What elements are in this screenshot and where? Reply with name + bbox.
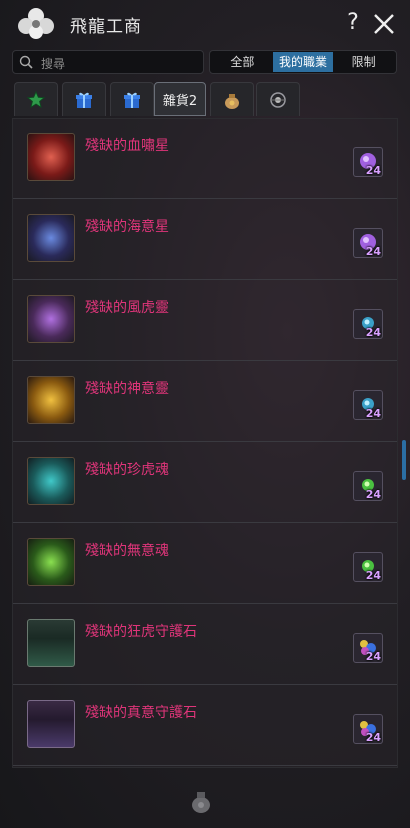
gift-box-icon <box>76 92 92 108</box>
cost-quantity: 24 <box>365 326 381 339</box>
cost-slot: 24 <box>353 147 383 177</box>
guardian-stone-icon <box>27 700 75 748</box>
header: 飛龍工商 ? <box>0 0 410 50</box>
item-name: 殘缺的真意守護石 <box>85 705 197 721</box>
money-bag-icon <box>225 93 239 109</box>
sea-star-icon <box>27 214 75 262</box>
shop-window: 飛龍工商 ? 搜尋 全部 我的職業 限制 雜貨2 殘缺的血嘯星 24 殘缺的海意… <box>0 0 410 828</box>
divine-spirit-icon <box>27 376 75 424</box>
list-item[interactable]: 殘缺的神意靈 24 <box>13 362 397 442</box>
item-name: 殘缺的海意星 <box>85 219 169 235</box>
treasure-tiger-icon <box>27 457 75 505</box>
cost-quantity: 24 <box>365 650 381 663</box>
item-list: 殘缺的血嘯星 24 殘缺的海意星 24 殘缺的風虎靈 24 殘缺的神意靈 24 … <box>12 118 398 768</box>
close-icon[interactable] <box>372 12 396 36</box>
list-item[interactable]: 殘缺的無意魂 24 <box>13 524 397 604</box>
cost-quantity: 24 <box>365 407 381 420</box>
cost-quantity: 24 <box>365 731 381 744</box>
blood-star-icon <box>27 133 75 181</box>
wind-tiger-icon <box>27 295 75 343</box>
cost-quantity: 24 <box>365 488 381 501</box>
tab-money-bag[interactable] <box>210 82 254 116</box>
tab-orb[interactable] <box>256 82 300 116</box>
help-button[interactable]: ? <box>343 10 363 35</box>
list-item[interactable]: 殘缺的血嘯星 24 <box>13 119 397 199</box>
list-item[interactable]: 殘缺的真意守護石 24 <box>13 686 397 766</box>
tab-star[interactable] <box>14 82 58 116</box>
cost-quantity: 24 <box>365 245 381 258</box>
item-name: 殘缺的神意靈 <box>85 381 169 397</box>
list-item[interactable]: 殘缺的狂虎守護石 24 <box>13 605 397 685</box>
cost-slot: 24 <box>353 390 383 420</box>
cost-quantity: 24 <box>365 569 381 582</box>
item-name: 殘缺的珍虎魂 <box>85 462 169 478</box>
void-soul-icon <box>27 538 75 586</box>
item-name: 殘缺的無意魂 <box>85 543 169 559</box>
tab-gift-2[interactable] <box>110 82 154 116</box>
item-name: 殘缺的血嘯星 <box>85 138 169 154</box>
filter-all[interactable]: 全部 <box>212 52 273 72</box>
list-item[interactable]: 殘缺的珍虎魂 24 <box>13 443 397 523</box>
item-name: 殘缺的狂虎守護石 <box>85 624 197 640</box>
cost-slot: 24 <box>353 309 383 339</box>
window-title: 飛龍工商 <box>70 17 142 37</box>
filter-segment: 全部 我的職業 限制 <box>209 50 397 74</box>
cost-quantity: 24 <box>365 164 381 177</box>
category-tabs: 雜貨2 <box>12 82 398 118</box>
search-placeholder: 搜尋 <box>41 57 66 71</box>
orb-icon <box>270 91 286 108</box>
list-item[interactable]: 殘缺的風虎靈 24 <box>13 281 397 361</box>
item-name: 殘缺的風虎靈 <box>85 300 169 316</box>
cost-slot: 24 <box>353 633 383 663</box>
gift-box-icon <box>124 92 140 108</box>
money-bag-icon[interactable] <box>186 786 216 816</box>
star-icon <box>27 90 45 108</box>
cost-slot: 24 <box>353 228 383 258</box>
cost-slot: 24 <box>353 714 383 744</box>
tab-gift-1[interactable] <box>62 82 106 116</box>
scrollbar-thumb[interactable] <box>402 440 406 480</box>
list-item[interactable]: 殘缺的海意星 24 <box>13 200 397 280</box>
search-icon <box>19 55 33 69</box>
search-input[interactable]: 搜尋 <box>12 50 204 74</box>
filter-restricted[interactable]: 限制 <box>333 52 394 72</box>
tab-misc-2[interactable]: 雜貨2 <box>154 82 206 116</box>
cost-slot: 24 <box>353 552 383 582</box>
cost-slot: 24 <box>353 471 383 501</box>
lotus-logo-icon <box>18 8 54 39</box>
filter-my-class[interactable]: 我的職業 <box>272 52 334 72</box>
guardian-stone-icon <box>27 619 75 667</box>
